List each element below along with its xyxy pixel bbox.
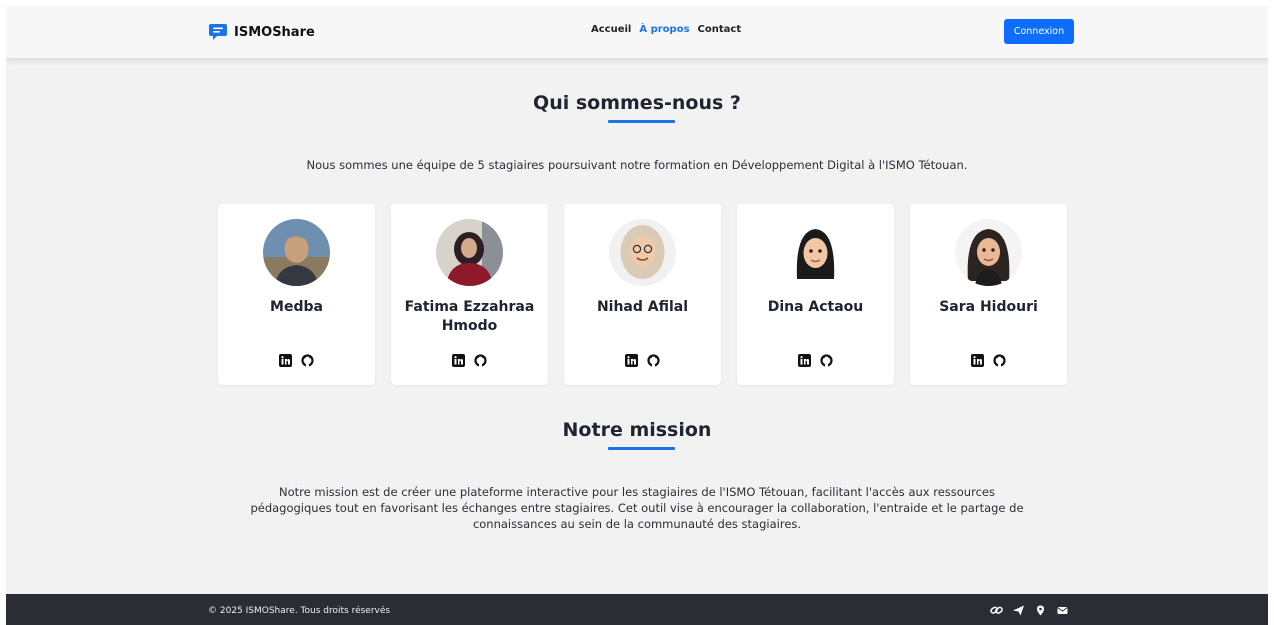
member-name: Dina Actaou [767, 299, 864, 315]
member-name: Fatima Ezzahraa Hmodo [404, 299, 535, 334]
github-icon[interactable] [820, 354, 833, 367]
linkedin-icon[interactable] [971, 354, 984, 367]
brand-logo[interactable]: ISMOShare [208, 21, 315, 43]
member-socials [910, 354, 1067, 367]
team-card: Sara Hidouri [910, 204, 1067, 385]
member-socials [564, 354, 721, 367]
copyright-text: © 2025 ISMOShare. Tous droits réservés [208, 606, 391, 616]
github-icon[interactable] [647, 354, 660, 367]
member-avatar [609, 219, 676, 286]
main-nav: Accueil À propos Contact [591, 24, 741, 35]
envelope-icon[interactable] [1056, 605, 1069, 616]
brand-name: ISMOShare [234, 24, 315, 40]
github-icon[interactable] [993, 354, 1006, 367]
github-icon[interactable] [301, 354, 314, 367]
linkedin-icon[interactable] [798, 354, 811, 367]
member-name: Sara Hidouri [939, 299, 1038, 315]
nav-link-contact[interactable]: Contact [698, 24, 742, 35]
page: ISMOShare Accueil À propos Contact Conne… [6, 6, 1268, 625]
about-title-underline [608, 120, 675, 123]
navbar: ISMOShare Accueil À propos Contact Conne… [6, 6, 1268, 58]
footer-icons [990, 605, 1069, 616]
linkedin-icon[interactable] [279, 354, 292, 367]
linkedin-icon[interactable] [625, 354, 638, 367]
chat-bubble-icon [208, 22, 228, 42]
member-name: Medba [270, 299, 323, 315]
team-card: Dina Actaou [737, 204, 894, 385]
about-intro: Nous sommes une équipe de 5 stagiaires p… [306, 158, 968, 172]
send-icon[interactable] [1012, 605, 1025, 616]
member-avatar [263, 219, 330, 286]
member-avatar [782, 219, 849, 286]
member-avatar [955, 219, 1022, 286]
team-card: Fatima Ezzahraa Hmodo [391, 204, 548, 385]
team-card: Nihad Afilal [564, 204, 721, 385]
member-socials [391, 354, 548, 367]
nav-link-accueil[interactable]: Accueil [591, 24, 631, 35]
about-title: Qui sommes-nous ? [533, 92, 741, 114]
location-pin-icon[interactable] [1034, 605, 1047, 616]
mission-title: Notre mission [562, 419, 712, 441]
team-card: Medba [218, 204, 375, 385]
team-list: Medba Fatima Ezzahraa Hmodo Nihad Afilal… [218, 204, 1067, 385]
nav-link-a-propos[interactable]: À propos [639, 24, 689, 35]
link-icon[interactable] [990, 605, 1003, 616]
member-avatar [436, 219, 503, 286]
member-socials [737, 354, 894, 367]
member-name: Nihad Afilal [596, 299, 689, 315]
github-icon[interactable] [474, 354, 487, 367]
member-socials [218, 354, 375, 367]
footer: © 2025 ISMOShare. Tous droits réservés [6, 594, 1268, 625]
mission-title-underline [608, 447, 675, 450]
login-button[interactable]: Connexion [1004, 19, 1074, 44]
linkedin-icon[interactable] [452, 354, 465, 367]
mission-text: Notre mission est de créer une plateform… [250, 485, 1024, 531]
